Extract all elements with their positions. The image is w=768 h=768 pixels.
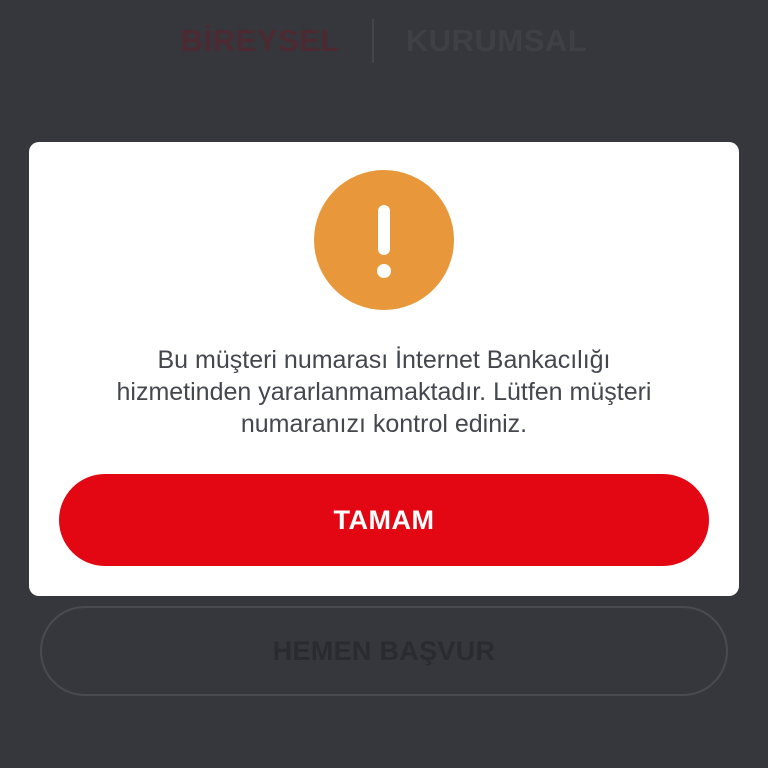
alert-dialog: Bu müşteri numarası İnternet Bankacılığı… bbox=[29, 142, 739, 596]
ok-button[interactable]: TAMAM bbox=[59, 474, 709, 566]
alert-message: Bu müşteri numarası İnternet Bankacılığı… bbox=[69, 344, 699, 440]
tab-personal[interactable]: BİREYSEL bbox=[149, 23, 372, 59]
apply-now-button[interactable]: HEMEN BAŞVUR bbox=[40, 606, 728, 696]
exclamation-warning-icon bbox=[314, 170, 454, 310]
customer-type-switch: BİREYSEL KURUMSAL bbox=[0, 18, 768, 64]
exclamation-dot bbox=[377, 264, 391, 278]
exclamation-bar bbox=[378, 205, 390, 255]
alert-message-line: hizmetinden yararlanmamaktadır. Lütfen m… bbox=[116, 378, 652, 406]
alert-message-line: numaranızı kontrol ediniz. bbox=[240, 410, 528, 438]
tab-corporate[interactable]: KURUMSAL bbox=[374, 23, 619, 59]
alert-message-line: Bu müşteri numarası İnternet Bankacılığı bbox=[157, 346, 611, 374]
